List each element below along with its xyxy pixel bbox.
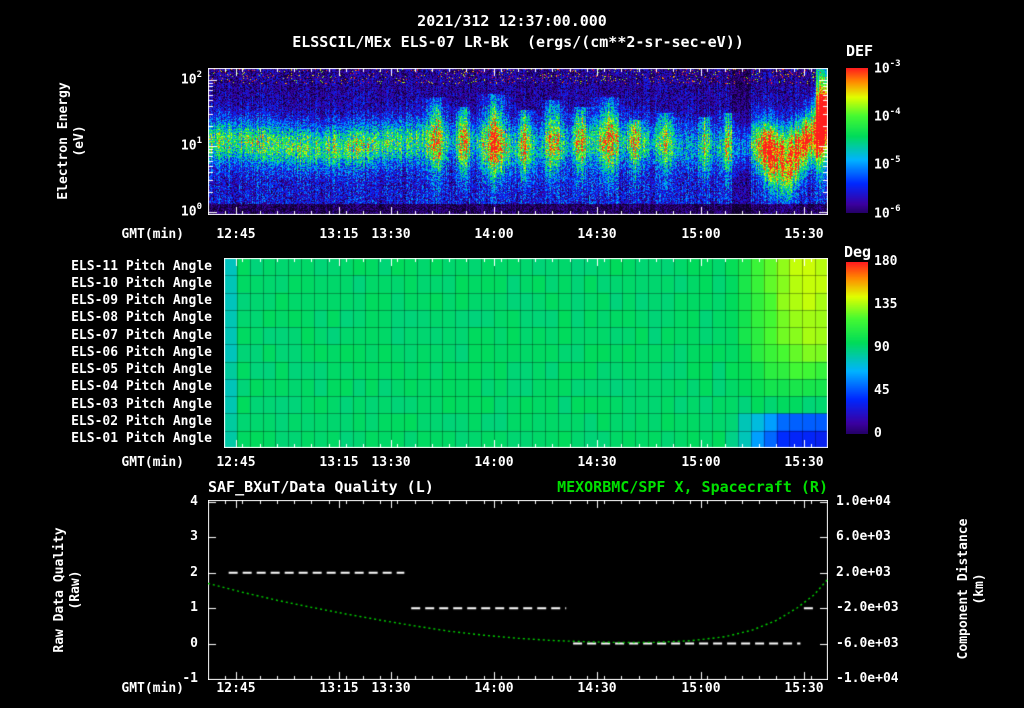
x-tick-label: 14:00 <box>474 227 514 242</box>
x-tick-label: 15:00 <box>681 227 721 242</box>
left-axis-label-line2: (Raw) <box>68 570 83 610</box>
left-tick-3: 3 <box>190 529 198 544</box>
row-label-els08: ELS-08 Pitch Angle <box>71 310 212 325</box>
plot-screen: 2021/312 12:37:00.000 ELSSCIL/MEx ELS-07… <box>0 0 1024 708</box>
gmt-label-1: GMT(min) <box>121 227 184 242</box>
lineplot-title-left: SAF_BXuT/Data Quality (L) <box>208 478 434 496</box>
y-label-line1: Electron Energy <box>56 82 71 200</box>
left-axis-label-line1: Raw Data Quality <box>52 527 67 653</box>
left-tick-4: 4 <box>190 494 198 509</box>
cbar2-tick-90: 90 <box>874 340 890 355</box>
right-tick-6e3: 6.0e+03 <box>836 529 891 544</box>
page-title: ELSSCIL/MEx ELS-07 LR-Bk (ergs/(cm**2-sr… <box>292 33 744 51</box>
y-tick-1e0: 100 <box>180 202 202 220</box>
gmt-label-3: GMT(min) <box>121 681 184 696</box>
x-tick-label: 14:30 <box>577 227 617 242</box>
x-tick-label: 15:30 <box>784 227 824 242</box>
left-tick-2: 2 <box>190 565 198 580</box>
x-tick-label: 12:45 <box>216 227 256 242</box>
row-label-els03: ELS-03 Pitch Angle <box>71 397 212 412</box>
cbar2-tick-45: 45 <box>874 383 890 398</box>
lineplot-titles: SAF_BXuT/Data Quality (L) MEXORBMC/SPF X… <box>208 478 828 496</box>
row-label-els11: ELS-11 Pitch Angle <box>71 259 212 274</box>
colorbar1-canvas <box>846 68 868 213</box>
cbar1-tick-1e-5: 10-5 <box>874 155 901 173</box>
right-axis-label-line1: Component Distance <box>956 518 971 660</box>
x-tick-label: 13:30 <box>371 455 411 470</box>
cbar1-tick-1e-6: 10-6 <box>874 204 901 222</box>
lineplot-title-right: MEXORBMC/SPF X, Spacecraft (R) <box>557 478 828 496</box>
colorbar2-title: Deg <box>844 243 872 261</box>
row-label-els02: ELS-02 Pitch Angle <box>71 414 212 429</box>
x-tick-label: 14:30 <box>577 681 617 696</box>
x-tick-label: 13:30 <box>371 227 411 242</box>
row-label-els06: ELS-06 Pitch Angle <box>71 345 212 360</box>
colorbar2-canvas <box>846 262 868 434</box>
x-tick-label: 15:00 <box>681 455 721 470</box>
right-tick-m6e3: -6.0e+03 <box>836 636 899 651</box>
left-tick-1: 1 <box>190 600 198 615</box>
pitch-angle-canvas <box>224 258 828 448</box>
row-label-els09: ELS-09 Pitch Angle <box>71 293 212 308</box>
row-label-els01: ELS-01 Pitch Angle <box>71 431 212 446</box>
left-tick-0: 0 <box>190 636 198 651</box>
cbar1-tick-1e-3: 10-3 <box>874 59 901 77</box>
lineplot-right-axis-label: Component Distance (km) <box>955 479 989 699</box>
cbar2-tick-135: 135 <box>874 297 898 312</box>
x-tick-label: 15:00 <box>681 681 721 696</box>
row-label-els05: ELS-05 Pitch Angle <box>71 362 212 377</box>
x-tick-label: 14:00 <box>474 681 514 696</box>
x-tick-label: 15:30 <box>784 681 824 696</box>
cbar1-tick-1e-4: 10-4 <box>874 107 901 125</box>
lineplot-canvas <box>208 500 828 680</box>
row-label-els10: ELS-10 Pitch Angle <box>71 276 212 291</box>
spectrogram-canvas <box>208 68 828 215</box>
x-tick-label: 13:30 <box>371 681 411 696</box>
cbar2-tick-0: 0 <box>874 426 882 441</box>
y-tick-1e2: 102 <box>180 70 202 88</box>
right-tick-1e4: 1.0e+04 <box>836 494 891 509</box>
right-tick-2e3: 2.0e+03 <box>836 565 891 580</box>
x-tick-label: 12:45 <box>216 681 256 696</box>
x-tick-label: 14:00 <box>474 455 514 470</box>
right-axis-label-line2: (km) <box>972 573 987 605</box>
x-tick-label: 12:45 <box>216 455 256 470</box>
x-tick-label: 14:30 <box>577 455 617 470</box>
y-label-line2: (eV) <box>72 125 87 157</box>
datetime-title: 2021/312 12:37:00.000 <box>417 12 607 30</box>
cbar2-tick-180: 180 <box>874 254 898 269</box>
row-label-els07: ELS-07 Pitch Angle <box>71 328 212 343</box>
colorbar1-title: DEF <box>846 42 874 60</box>
gmt-label-2: GMT(min) <box>121 455 184 470</box>
row-label-els04: ELS-04 Pitch Angle <box>71 379 212 394</box>
right-tick-m2e3: -2.0e+03 <box>836 600 899 615</box>
x-tick-label: 15:30 <box>784 455 824 470</box>
spectrogram-y-axis-label: Electron Energy (eV) <box>55 31 89 251</box>
y-tick-1e1: 101 <box>180 136 202 154</box>
lineplot-left-axis-label: Raw Data Quality (Raw) <box>51 480 85 700</box>
right-tick-m1e4: -1.0e+04 <box>836 671 899 686</box>
